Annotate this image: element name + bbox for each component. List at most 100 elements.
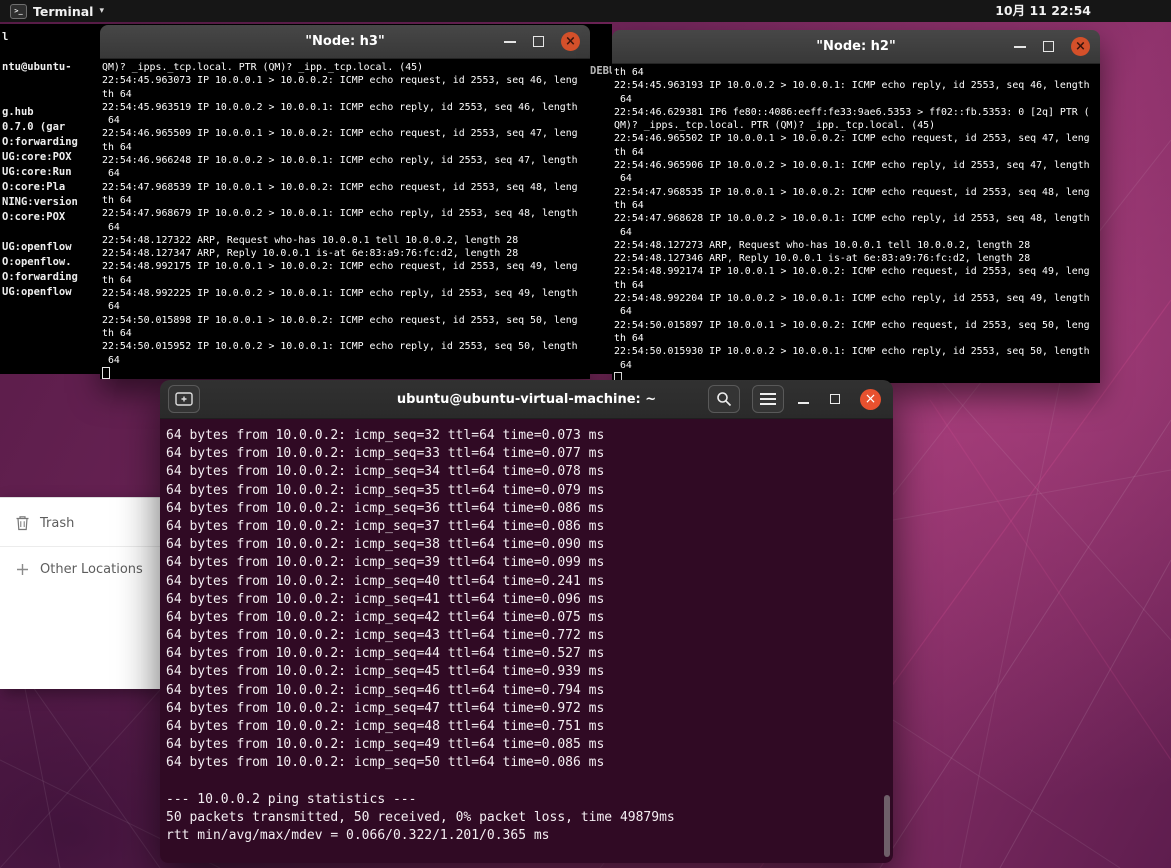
terminal-line: 64 bytes from 10.0.0.2: icmp_seq=40 ttl=… xyxy=(166,573,605,589)
app-menu[interactable]: >_ Terminal ▾ xyxy=(0,0,114,22)
terminal-line: QM)? _ipps._tcp.local. PTR (QM)? _ipp._t… xyxy=(614,120,936,132)
terminal-line: 22:54:50.015897 IP 10.0.0.1 > 10.0.0.2: … xyxy=(614,319,1090,331)
terminal-line: UG:openflow xyxy=(2,241,72,253)
terminal-line: 22:54:47.968539 IP 10.0.0.1 > 10.0.0.2: … xyxy=(102,181,578,193)
chevron-down-icon: ▾ xyxy=(99,6,104,16)
terminal-line: --- 10.0.0.2 ping statistics --- xyxy=(166,791,417,807)
maximize-button[interactable] xyxy=(1043,41,1054,52)
xterm-window-h3: "Node: h3" × QM)? _ipps._tcp.local. PTR … xyxy=(100,25,590,379)
gnome-terminal-window: ubuntu@ubuntu-virtual-machine: ~ × 64 by… xyxy=(160,380,893,863)
terminal-app-icon: >_ xyxy=(10,3,27,19)
terminal-line: 64 bytes from 10.0.0.2: icmp_seq=49 ttl=… xyxy=(166,737,605,753)
sidebar-separator xyxy=(0,546,161,547)
minimize-button[interactable] xyxy=(504,40,516,43)
terminal-line: 64 bytes from 10.0.0.2: icmp_seq=36 ttl=… xyxy=(166,500,605,516)
terminal-line: 64 bytes from 10.0.0.2: icmp_seq=50 ttl=… xyxy=(166,755,605,771)
terminal-line: 22:54:45.963519 IP 10.0.0.2 > 10.0.0.1: … xyxy=(102,101,578,113)
terminal-line: O:core:Pla xyxy=(2,181,66,193)
minimize-button[interactable] xyxy=(796,392,810,406)
terminal-line: th 64 xyxy=(102,274,132,286)
sidebar-item-label: Trash xyxy=(40,515,75,531)
terminal-line: 22:54:45.963193 IP 10.0.0.2 > 10.0.0.1: … xyxy=(614,80,1090,92)
scrollbar-thumb[interactable] xyxy=(884,795,890,857)
terminal-line: 22:54:45.963073 IP 10.0.0.1 > 10.0.0.2: … xyxy=(102,75,578,87)
terminal-line: 22:54:46.965509 IP 10.0.0.1 > 10.0.0.2: … xyxy=(102,128,578,140)
terminal-line: UG:core:POX xyxy=(2,151,72,163)
terminal-line: 22:54:50.015930 IP 10.0.0.2 > 10.0.0.1: … xyxy=(614,346,1090,358)
sidebar-item-label: Other Locations xyxy=(40,561,143,577)
terminal-line: 22:54:47.968628 IP 10.0.0.2 > 10.0.0.1: … xyxy=(614,213,1090,225)
terminal-line: 64 bytes from 10.0.0.2: icmp_seq=38 ttl=… xyxy=(166,537,605,553)
terminal-line: th 64 xyxy=(614,332,644,344)
terminal-line: th 64 xyxy=(102,141,132,153)
terminal-output[interactable]: 64 bytes from 10.0.0.2: icmp_seq=32 ttl=… xyxy=(160,419,893,863)
terminal-line: 22:54:48.992204 IP 10.0.0.2 > 10.0.0.1: … xyxy=(614,293,1090,305)
app-menu-label: Terminal xyxy=(33,3,94,19)
terminal-line: UG:openflow xyxy=(2,286,72,298)
terminal-line: 64 xyxy=(102,115,120,127)
window-titlebar[interactable]: "Node: h2" × xyxy=(612,30,1100,64)
terminal-line: rtt min/avg/max/mdev = 0.066/0.322/1.201… xyxy=(166,828,550,844)
terminal-line: 64 xyxy=(614,93,632,105)
terminal-line: th 64 xyxy=(614,146,644,158)
terminal-line: 22:54:46.966248 IP 10.0.0.2 > 10.0.0.1: … xyxy=(102,155,578,167)
xterm-window-h2: "Node: h2" × th 64 22:54:45.963193 IP 10.… xyxy=(612,30,1100,383)
terminal-line: 22:54:46.965502 IP 10.0.0.1 > 10.0.0.2: … xyxy=(614,133,1090,145)
terminal-line: DEBU xyxy=(590,65,612,77)
terminal-line: UG:core:Run xyxy=(2,166,72,178)
prompt-line: mininet> xyxy=(166,845,893,863)
terminal-line: QM)? _ipps._tcp.local. PTR (QM)? _ipp._t… xyxy=(102,62,424,73)
terminal-line: th 64 xyxy=(614,67,644,78)
clock[interactable]: 10月 11 22:54 xyxy=(995,0,1091,22)
maximize-button[interactable] xyxy=(828,392,842,406)
sidebar-item-trash[interactable]: Trash xyxy=(0,508,161,538)
terminal-line: 50 packets transmitted, 50 received, 0% … xyxy=(166,809,675,825)
terminal-line: 64 xyxy=(102,301,120,313)
terminal-line: 22:54:48.127346 ARP, Reply 10.0.0.1 is-a… xyxy=(614,253,1031,265)
terminal-line: 64 bytes from 10.0.0.2: icmp_seq=44 ttl=… xyxy=(166,646,605,662)
window-title: "Node: h3" xyxy=(305,34,385,49)
terminal-line: 64 xyxy=(614,359,632,371)
hamburger-icon xyxy=(760,393,776,405)
window-titlebar[interactable]: "Node: h3" × xyxy=(100,25,590,59)
minimize-button[interactable] xyxy=(1014,45,1026,48)
terminal-line: ntu@ubuntu- xyxy=(2,61,72,73)
terminal-line: 64 xyxy=(102,221,120,233)
terminal-line: 22:54:48.127322 ARP, Request who-has 10.… xyxy=(102,234,519,246)
terminal-output[interactable]: th 64 22:54:45.963193 IP 10.0.0.2 > 10.0.… xyxy=(612,64,1100,383)
terminal-output[interactable]: QM)? _ipps._tcp.local. PTR (QM)? _ipp._t… xyxy=(100,59,590,379)
close-button[interactable]: × xyxy=(860,388,881,410)
terminal-line: O:core:POX xyxy=(2,211,66,223)
search-button[interactable] xyxy=(708,385,740,413)
scrollbar[interactable] xyxy=(882,419,891,863)
plus-icon xyxy=(14,563,30,576)
terminal-line: 64 bytes from 10.0.0.2: icmp_seq=41 ttl=… xyxy=(166,591,605,607)
sidebar-item-other-locations[interactable]: Other Locations xyxy=(0,554,161,584)
terminal-line: 64 bytes from 10.0.0.2: icmp_seq=42 ttl=… xyxy=(166,609,605,625)
terminal-line: 64 bytes from 10.0.0.2: icmp_seq=47 ttl=… xyxy=(166,700,605,716)
menu-button[interactable] xyxy=(752,385,784,413)
file-manager-sidebar: Trash Other Locations xyxy=(0,497,161,689)
terminal-line: 22:54:46.965906 IP 10.0.0.2 > 10.0.0.1: … xyxy=(614,160,1090,172)
terminal-line: 64 bytes from 10.0.0.2: icmp_seq=43 ttl=… xyxy=(166,628,605,644)
terminal-headerbar[interactable]: ubuntu@ubuntu-virtual-machine: ~ × xyxy=(160,380,893,419)
terminal-line: 22:54:47.968679 IP 10.0.0.2 > 10.0.0.1: … xyxy=(102,208,578,220)
new-tab-button[interactable] xyxy=(168,385,200,413)
terminal-line: 22:54:47.968535 IP 10.0.0.1 > 10.0.0.2: … xyxy=(614,186,1090,198)
window-title: "Node: h2" xyxy=(816,39,896,54)
terminal-line: NING:version xyxy=(2,196,78,208)
terminal-line: 64 xyxy=(102,354,120,366)
terminal-line: 22:54:48.992225 IP 10.0.0.2 > 10.0.0.1: … xyxy=(102,288,578,300)
terminal-line: 64 xyxy=(614,226,632,238)
close-button[interactable]: × xyxy=(1071,37,1090,56)
terminal-line: th 64 xyxy=(614,199,644,211)
terminal-line: 64 bytes from 10.0.0.2: icmp_seq=33 ttl=… xyxy=(166,446,605,462)
maximize-button[interactable] xyxy=(533,36,544,47)
top-bar: >_ Terminal ▾ 10月 11 22:54 xyxy=(0,0,1171,22)
close-button[interactable]: × xyxy=(561,32,580,51)
terminal-cursor xyxy=(102,366,110,379)
terminal-line: 22:54:48.992175 IP 10.0.0.1 > 10.0.0.2: … xyxy=(102,261,578,273)
terminal-line: 22:54:48.127347 ARP, Reply 10.0.0.1 is-a… xyxy=(102,248,519,260)
